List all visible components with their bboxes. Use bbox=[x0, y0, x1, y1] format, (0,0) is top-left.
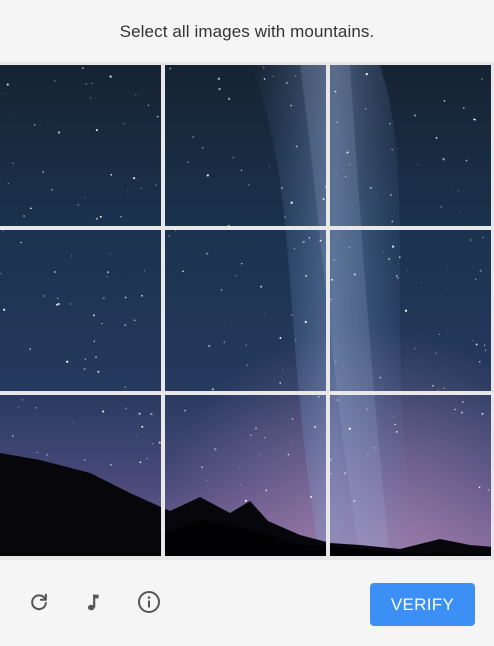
grid-tile-r1c1[interactable] bbox=[0, 65, 161, 226]
info-icon bbox=[138, 591, 160, 613]
grid-tile-r3c2[interactable] bbox=[165, 395, 326, 556]
grid-tile-r1c3[interactable] bbox=[330, 65, 491, 226]
audio-button[interactable] bbox=[82, 590, 106, 614]
reload-button[interactable] bbox=[27, 590, 51, 614]
grid-tile-r1c2[interactable] bbox=[165, 65, 326, 226]
grid-tile-r2c3[interactable] bbox=[330, 230, 491, 391]
grid-tile-r2c2[interactable] bbox=[165, 230, 326, 391]
image-grid bbox=[0, 65, 494, 559]
instruction-text: Select all images with mountains. bbox=[119, 22, 375, 41]
info-button[interactable] bbox=[137, 590, 161, 614]
grid-tile-r3c3[interactable] bbox=[330, 395, 491, 556]
grid-tile-r2c1[interactable] bbox=[0, 230, 161, 391]
verify-button[interactable]: VERIFY bbox=[370, 583, 475, 626]
audio-icon bbox=[87, 594, 99, 611]
reload-icon bbox=[31, 593, 47, 611]
grid-tile-r3c1[interactable] bbox=[0, 395, 161, 556]
image-grid-container bbox=[0, 62, 494, 560]
captcha-header: Select all images with mountains. bbox=[0, 0, 494, 62]
captcha-footer: VERIFY bbox=[0, 560, 494, 646]
